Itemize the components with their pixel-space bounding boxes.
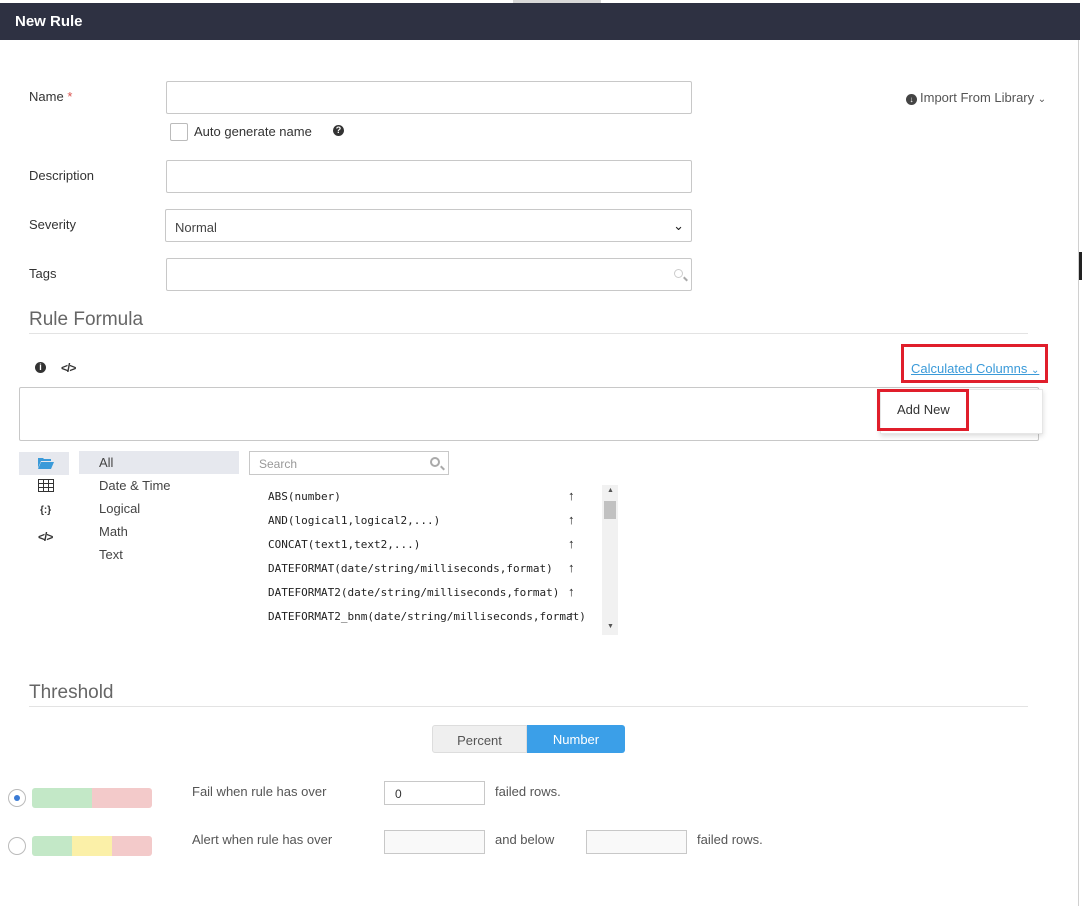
category-item[interactable]: Text <box>79 543 239 566</box>
description-input[interactable] <box>166 160 692 193</box>
function-row[interactable]: ABS(number) ↑ <box>268 485 600 509</box>
category-item[interactable]: Math <box>79 520 239 543</box>
toggle-number[interactable]: Number <box>527 725 625 753</box>
rule-formula-title: Rule Formula <box>29 309 144 330</box>
logic-braces-icon[interactable]: {:} <box>40 505 51 516</box>
folder-open-icon <box>38 458 54 469</box>
alert-radio[interactable] <box>8 837 26 855</box>
arrow-up-icon[interactable]: ↑ <box>568 584 575 599</box>
function-name: ABS(number) <box>268 490 341 503</box>
alert-color-bar <box>32 836 152 856</box>
alert-below-input[interactable] <box>586 830 687 854</box>
section-divider <box>29 706 1028 707</box>
download-circle-icon: ↓ <box>906 94 917 105</box>
required-mark: * <box>67 89 73 104</box>
fail-threshold-value: 0 <box>395 787 402 801</box>
fail-radio[interactable] <box>8 789 26 807</box>
radio-dot <box>14 795 20 801</box>
scroll-down-arrow-icon[interactable]: ▼ <box>607 623 614 630</box>
auto-generate-label: Auto generate name <box>194 124 312 139</box>
dialog-scroll-edge <box>1078 40 1082 906</box>
name-label: Name * <box>29 89 72 104</box>
threshold-title: Threshold <box>29 682 114 703</box>
tags-label: Tags <box>29 266 57 281</box>
red-segment <box>112 836 152 856</box>
function-row[interactable]: AND(logical1,logical2,...) ↑ <box>268 509 600 533</box>
chevron-down-icon: ⌄ <box>673 218 684 233</box>
function-name: DATEFORMAT2(date/string/milliseconds,for… <box>268 586 560 599</box>
arrow-up-icon[interactable]: ↑ <box>568 488 575 503</box>
function-name: CONCAT(text1,text2,...) <box>268 538 421 551</box>
chevron-down-icon: ⌄ <box>1037 94 1047 105</box>
red-segment <box>92 788 152 808</box>
table-icon[interactable] <box>38 479 54 495</box>
function-name: AND(logical1,logical2,...) <box>268 514 441 527</box>
highlight-calculated-columns <box>901 344 1048 383</box>
alert-label: Alert when rule has over <box>192 832 333 847</box>
function-row[interactable]: DATEFORMAT(date/string/milliseconds,form… <box>268 557 600 581</box>
function-name: DATEFORMAT(date/string/milliseconds,form… <box>268 562 553 575</box>
severity-select[interactable]: Normal ⌄ <box>165 209 692 242</box>
alert-suffix: failed rows. <box>697 832 763 847</box>
category-item[interactable]: Date & Time <box>79 474 239 497</box>
auto-generate-checkbox[interactable] <box>170 123 188 141</box>
description-label: Description <box>29 168 95 183</box>
question-circle-icon[interactable]: ? <box>333 125 344 136</box>
dialog-title: New Rule <box>0 3 1080 40</box>
function-row[interactable]: CONCAT(text1,text2,...) ↑ <box>268 533 600 557</box>
function-row[interactable]: DATEFORMAT2_bnm(date/string/milliseconds… <box>268 605 600 629</box>
code-icon[interactable]: </> <box>61 361 76 375</box>
search-icon <box>674 269 683 278</box>
search-icon <box>430 457 440 467</box>
search-placeholder: Search <box>259 457 298 471</box>
code-icon[interactable]: </> <box>38 530 53 544</box>
arrow-up-icon[interactable]: ↑ <box>568 512 575 527</box>
info-icon[interactable]: i <box>35 362 46 373</box>
fail-suffix: failed rows. <box>495 784 561 799</box>
import-from-library-link[interactable]: ↓ Import From Library ⌄ <box>906 90 1046 105</box>
fail-color-bar <box>32 788 152 808</box>
arrow-up-icon[interactable]: ↑ <box>568 608 575 623</box>
alert-middle-label: and below <box>495 832 555 847</box>
toggle-percent[interactable]: Percent <box>432 725 527 753</box>
name-input[interactable] <box>166 81 692 114</box>
import-label: Import From Library <box>920 90 1035 105</box>
category-item[interactable]: All <box>79 451 239 474</box>
section-divider <box>29 333 1028 334</box>
function-name: DATEFORMAT2_bnm(date/string/milliseconds… <box>268 610 586 623</box>
yellow-segment <box>72 836 112 856</box>
scrollbar-thumb[interactable] <box>604 501 616 519</box>
fail-threshold-input[interactable]: 0 <box>384 781 485 805</box>
arrow-up-icon[interactable]: ↑ <box>568 536 575 551</box>
alert-over-input[interactable] <box>384 830 485 854</box>
green-segment <box>32 788 92 808</box>
function-list-scrollbar[interactable]: ▲ ▼ <box>602 485 618 635</box>
function-row[interactable]: DATEFORMAT2(date/string/milliseconds,for… <box>268 581 600 605</box>
function-search-input[interactable]: Search <box>249 451 449 475</box>
category-icon-all-selected[interactable] <box>19 452 69 475</box>
arrow-up-icon[interactable]: ↑ <box>568 560 575 575</box>
severity-label: Severity <box>29 217 76 232</box>
green-segment <box>32 836 72 856</box>
tags-input[interactable] <box>166 258 692 291</box>
fail-label: Fail when rule has over <box>192 784 327 799</box>
name-label-text: Name <box>29 89 64 104</box>
highlight-add-new <box>877 389 969 431</box>
scroll-up-arrow-icon[interactable]: ▲ <box>607 487 614 494</box>
category-item[interactable]: Logical <box>79 497 239 520</box>
severity-value: Normal <box>175 220 217 235</box>
function-list: ABS(number) ↑ AND(logical1,logical2,...)… <box>268 485 600 635</box>
